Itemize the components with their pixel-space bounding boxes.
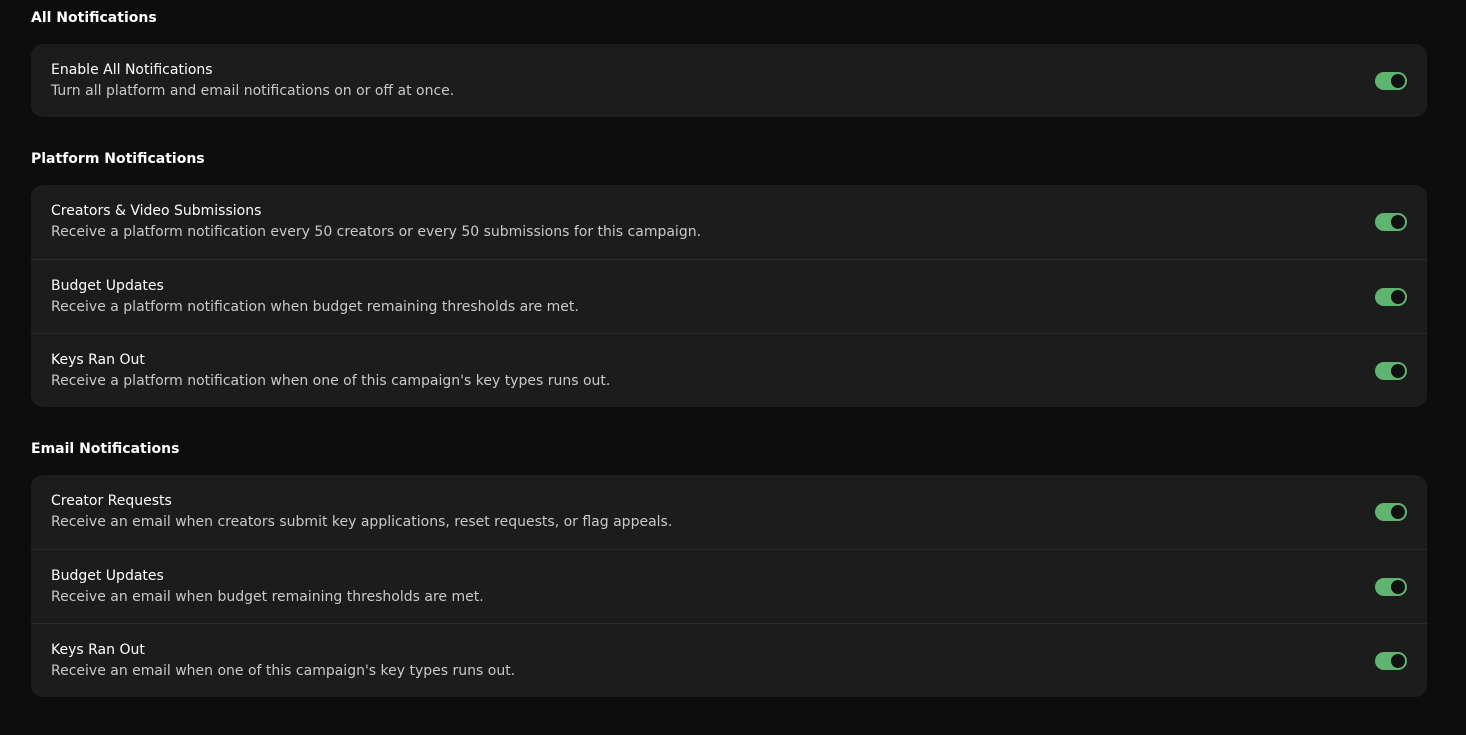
setting-row-budget-updates: Budget Updates Receive an email when bud… xyxy=(31,549,1427,623)
setting-row-creator-requests: Creator Requests Receive an email when c… xyxy=(31,475,1427,549)
notification-settings-page: All Notifications Enable All Notificatio… xyxy=(0,0,1466,735)
settings-card: Creator Requests Receive an email when c… xyxy=(31,475,1427,697)
toggle-knob xyxy=(1391,505,1405,519)
setting-label: Keys Ran Out xyxy=(51,642,145,658)
setting-label: Enable All Notifications xyxy=(51,62,213,78)
setting-description: Receive an email when one of this campai… xyxy=(51,663,516,679)
setting-description: Receive a platform notification every 50… xyxy=(51,224,702,240)
section-email-notifications: Email Notifications Creator Requests Rec… xyxy=(31,440,1427,697)
setting-label: Budget Updates xyxy=(51,278,164,294)
setting-row-keys-ran-out: Keys Ran Out Receive a platform notifica… xyxy=(31,333,1427,407)
toggle-knob xyxy=(1391,215,1405,229)
toggle-knob xyxy=(1391,579,1405,594)
setting-description: Receive an email when creators submit ke… xyxy=(51,514,673,530)
setting-label: Creator Requests xyxy=(51,493,172,509)
settings-card: Creators & Video Submissions Receive a p… xyxy=(31,185,1427,407)
email-creator-requests-toggle[interactable] xyxy=(1375,503,1407,521)
setting-label: Creators & Video Submissions xyxy=(51,203,262,219)
setting-description: Receive an email when budget remaining t… xyxy=(51,589,484,605)
email-budget-updates-toggle[interactable] xyxy=(1375,577,1407,596)
toggle-knob xyxy=(1391,653,1405,668)
toggle-knob xyxy=(1391,363,1405,378)
setting-description: Turn all platform and email notification… xyxy=(51,83,455,99)
section-platform-notifications: Platform Notifications Creators & Video … xyxy=(31,150,1427,407)
platform-creators-submissions-toggle[interactable] xyxy=(1375,213,1407,231)
platform-budget-updates-toggle[interactable] xyxy=(1375,287,1407,306)
setting-label: Budget Updates xyxy=(51,568,164,584)
settings-card: Enable All Notifications Turn all platfo… xyxy=(31,44,1427,117)
email-keys-ran-out-toggle[interactable] xyxy=(1375,651,1407,670)
enable-all-notifications-toggle[interactable] xyxy=(1375,71,1407,90)
setting-description: Receive a platform notification when bud… xyxy=(51,299,579,315)
section-title: Email Notifications xyxy=(31,441,180,457)
setting-row-keys-ran-out: Keys Ran Out Receive an email when one o… xyxy=(31,623,1427,697)
section-all-notifications: All Notifications Enable All Notificatio… xyxy=(31,9,1427,117)
setting-row-budget-updates: Budget Updates Receive a platform notifi… xyxy=(31,259,1427,333)
platform-keys-ran-out-toggle[interactable] xyxy=(1375,361,1407,380)
setting-description: Receive a platform notification when one… xyxy=(51,373,611,389)
toggle-knob xyxy=(1391,289,1405,304)
section-title: All Notifications xyxy=(31,10,157,26)
setting-label: Keys Ran Out xyxy=(51,352,145,368)
section-title: Platform Notifications xyxy=(31,151,205,167)
setting-row-creators-video-submissions: Creators & Video Submissions Receive a p… xyxy=(31,185,1427,259)
toggle-knob xyxy=(1391,73,1405,88)
setting-row-enable-all: Enable All Notifications Turn all platfo… xyxy=(31,44,1427,117)
